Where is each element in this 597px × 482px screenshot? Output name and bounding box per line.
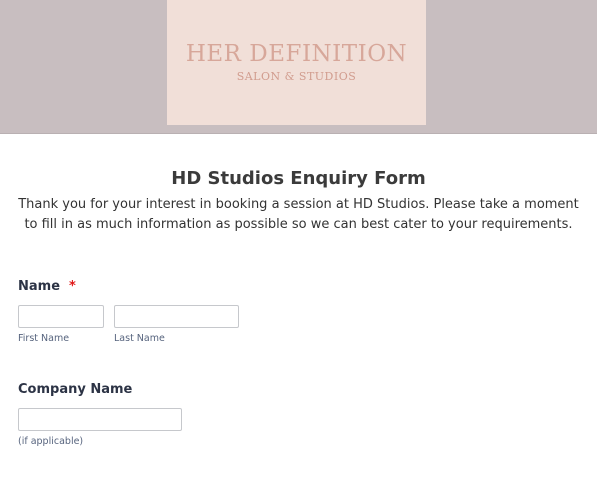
logo-title: HER DEFINITION	[185, 41, 408, 67]
last-name-sublabel: Last Name	[114, 333, 165, 344]
form-description: Thank you for your interest in booking a…	[18, 197, 579, 232]
company-name-label: Company Name	[18, 382, 133, 397]
company-name-input[interactable]	[18, 408, 182, 431]
header-banner: HER DEFINITION SALON & STUDIOS	[0, 0, 597, 134]
name-field-label: Name *	[18, 279, 76, 294]
first-name-input[interactable]	[18, 305, 104, 328]
required-marker: *	[69, 279, 76, 294]
name-label-text: Name	[18, 279, 61, 294]
company-name-sublabel: (if applicable)	[18, 436, 84, 447]
last-name-input[interactable]	[114, 305, 239, 328]
form-title: HD Studios Enquiry Form	[171, 168, 426, 189]
first-name-sublabel: First Name	[18, 333, 70, 344]
logo-subtitle: SALON & STUDIOS	[236, 70, 357, 83]
logo: HER DEFINITION SALON & STUDIOS	[167, 0, 426, 125]
